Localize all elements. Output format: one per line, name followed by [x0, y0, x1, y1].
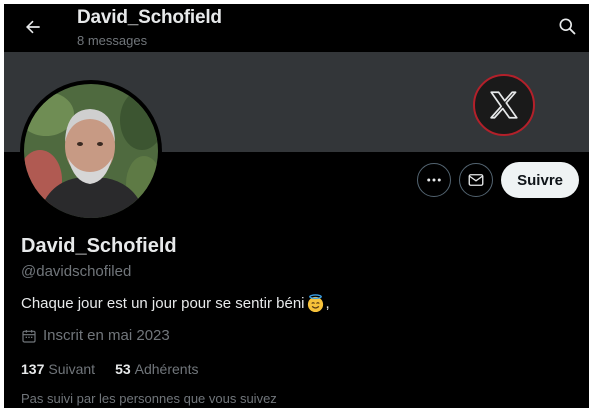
- post-count: 8 messages: [77, 33, 148, 48]
- x-logo: [473, 74, 535, 136]
- profile-handle: @davidschofiled: [21, 263, 132, 280]
- mail-icon: [468, 174, 484, 186]
- x-logo-icon: [490, 91, 518, 119]
- top-bar: David_Schofield 8 messages: [4, 4, 589, 52]
- profile-name: David_Schofield: [21, 235, 177, 257]
- followers-count: 53: [115, 361, 131, 377]
- search-icon: [559, 18, 576, 35]
- more-icon: [427, 178, 441, 182]
- profile-bio: Chaque jour est un jour pour se sentir b…: [21, 294, 330, 313]
- bio-text: Chaque jour est un jour pour se sentir b…: [21, 295, 305, 312]
- search-button[interactable]: [551, 10, 583, 42]
- follow-button[interactable]: Suivre: [501, 162, 579, 198]
- header-title: David_Schofield: [77, 7, 222, 28]
- following-count: 137: [21, 361, 45, 377]
- profile-page: David_Schofield 8 messages Suivre David_…: [4, 4, 589, 408]
- avatar-photo: [24, 84, 158, 218]
- profile-actions: Suivre: [417, 162, 579, 198]
- message-button[interactable]: [459, 163, 494, 197]
- header-title-block: David_Schofield 8 messages: [77, 6, 222, 50]
- avatar[interactable]: [20, 80, 162, 222]
- join-date-text: Inscrit en mai 2023: [43, 327, 170, 344]
- back-arrow-icon: [26, 20, 40, 34]
- join-date: Inscrit en mai 2023: [21, 327, 170, 344]
- follow-stats: 137 Suivant 53 Adhérents: [21, 361, 198, 377]
- smiling-halo-emoji-icon: [307, 294, 323, 313]
- following-label: Suivant: [48, 361, 96, 377]
- following-link[interactable]: 137 Suivant: [21, 361, 95, 377]
- calendar-icon: [22, 329, 36, 343]
- more-button[interactable]: [417, 163, 452, 197]
- followers-label: Adhérents: [134, 361, 199, 377]
- bio-suffix: ,: [325, 295, 330, 312]
- back-button[interactable]: [18, 12, 48, 42]
- mutual-followers-note: Pas suivi par les personnes que vous sui…: [21, 391, 277, 406]
- followers-link[interactable]: 53 Adhérents: [115, 361, 198, 377]
